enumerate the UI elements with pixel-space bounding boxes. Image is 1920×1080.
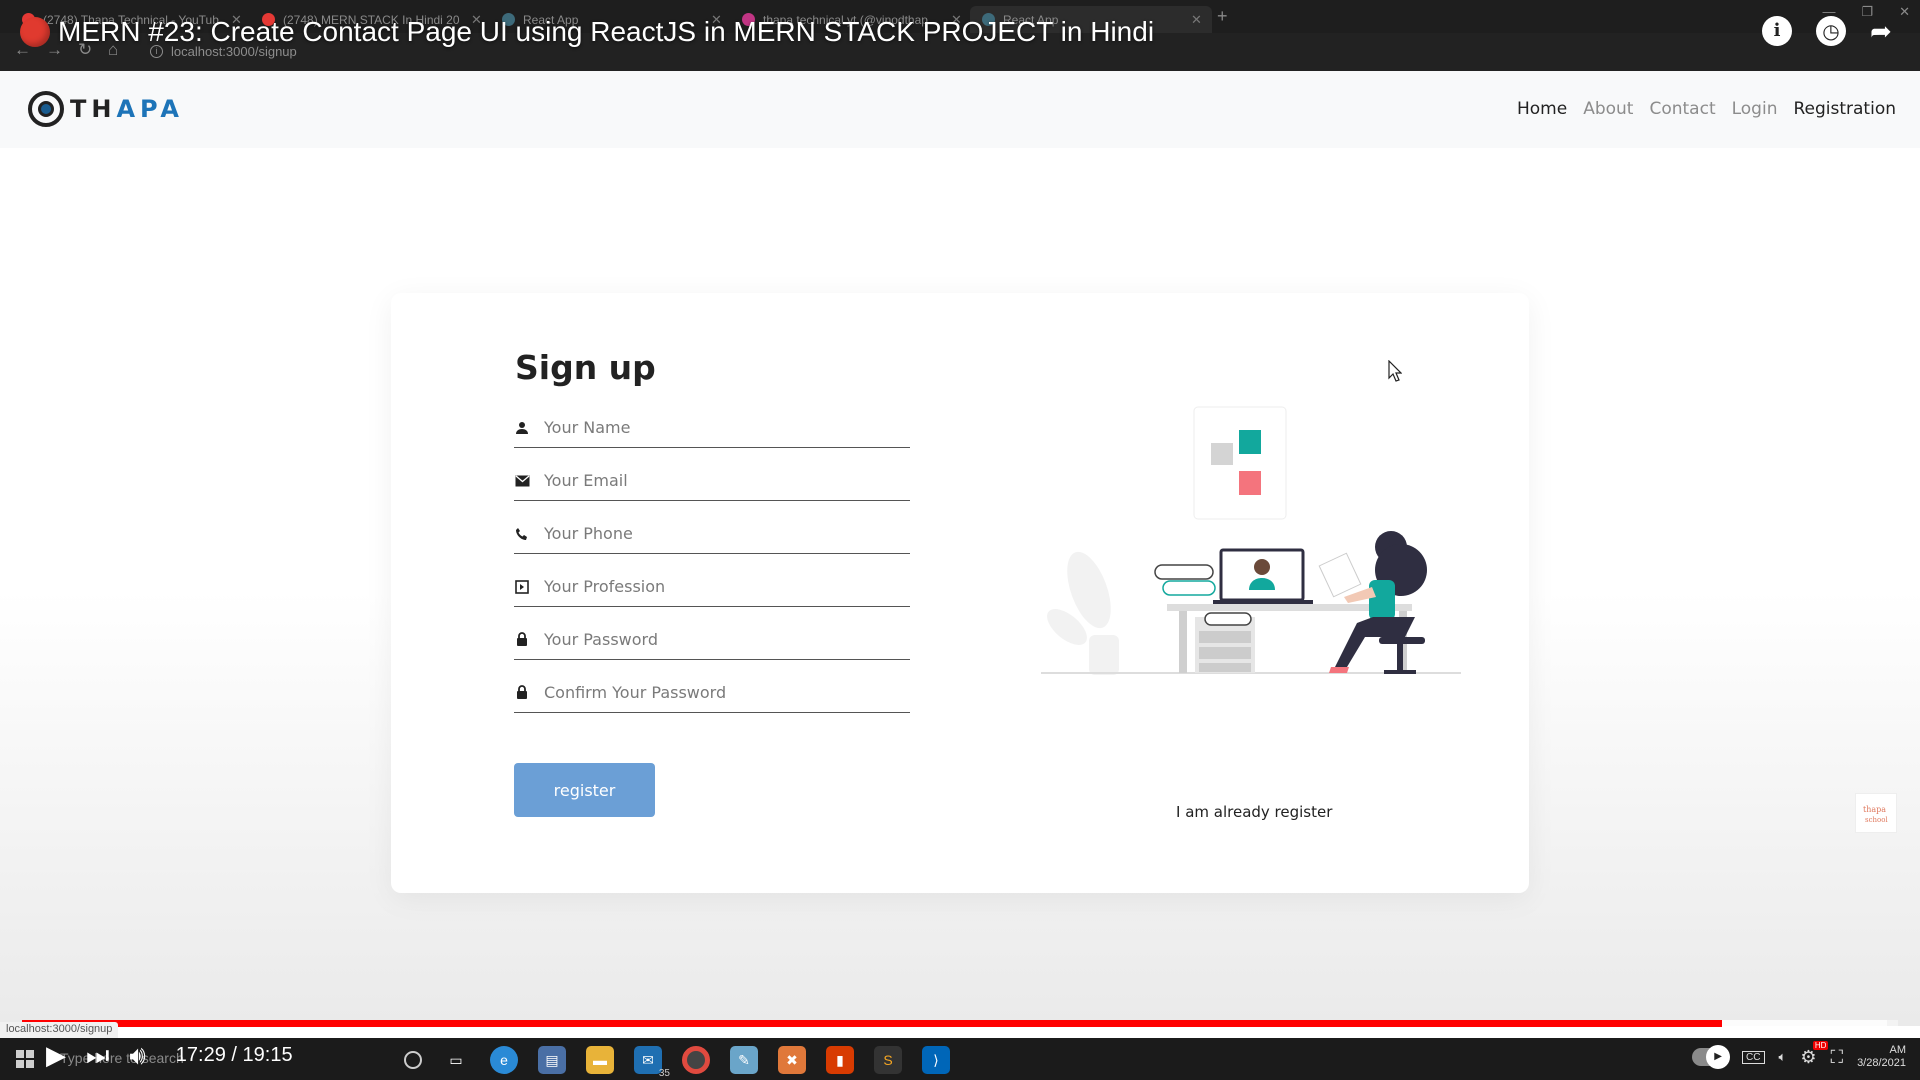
nav-links: Home About Contact Login Registration (1517, 99, 1896, 119)
profession-input[interactable] (544, 577, 894, 596)
video-title[interactable]: MERN #23: Create Contact Page UI using R… (58, 16, 1154, 48)
office-icon[interactable]: ▮ (826, 1046, 854, 1074)
mail-badge: 35 (658, 1068, 670, 1079)
page-title: Sign up (515, 348, 656, 387)
site-navbar: THAPA Home About Contact Login Registrat… (0, 71, 1920, 148)
mail-icon[interactable]: ✉ 35 (634, 1046, 670, 1079)
register-button[interactable]: register (514, 763, 655, 817)
xampp-icon[interactable]: ✖ (778, 1046, 806, 1074)
vscode-icon[interactable]: ⟩ (922, 1046, 950, 1074)
phone-icon (514, 526, 530, 542)
channel-avatar-icon[interactable] (20, 17, 50, 47)
profession-field (514, 567, 910, 607)
file-explorer-icon[interactable]: ▬ (586, 1046, 614, 1074)
confirm-password-input[interactable] (544, 683, 894, 702)
captions-icon[interactable]: CC (1742, 1050, 1765, 1064)
windows-start-icon[interactable] (16, 1050, 34, 1068)
nav-contact[interactable]: Contact (1649, 99, 1715, 119)
envelope-icon (514, 473, 530, 489)
channel-watermark-icon[interactable]: thapa school (1855, 793, 1897, 833)
video-controls: ▶ ⏭︎ 🔊︎ 17:29 / 19:15 (46, 1040, 293, 1070)
speaker-icon[interactable]: 🔈︎ (1779, 1049, 1787, 1065)
new-tab-button[interactable]: + (1217, 6, 1228, 27)
progress-played (22, 1020, 1722, 1027)
nav-about[interactable]: About (1583, 99, 1633, 119)
close-window-icon[interactable]: ✕ (1899, 4, 1910, 20)
nav-login[interactable]: Login (1732, 99, 1778, 119)
phone-field (514, 514, 910, 554)
settings-gear-icon[interactable]: ⚙ HD (1800, 1040, 1829, 1068)
svg-text:thapa: thapa (1863, 805, 1886, 814)
cortana-icon[interactable] (404, 1051, 422, 1069)
name-field (514, 408, 910, 448)
info-circle-icon[interactable]: i (1762, 16, 1792, 46)
clock-time: AM (1889, 1044, 1907, 1056)
mouse-cursor-icon (1388, 360, 1402, 382)
status-bar-url: localhost:3000/signup (0, 1022, 119, 1038)
logo-ring-icon (28, 91, 64, 127)
video-title-overlay: MERN #23: Create Contact Page UI using R… (20, 16, 1154, 48)
next-video-icon[interactable]: ⏭︎ (86, 1040, 109, 1070)
taskbar-apps: ▭ e ▤ ▬ ✉ 35 ✎ ✖ ▮ S ⟩ (404, 1046, 950, 1079)
lock-icon (514, 632, 530, 648)
page-viewport: THAPA Home About Contact Login Registrat… (0, 71, 1920, 1026)
edge-browser-icon[interactable]: e (490, 1046, 518, 1074)
person-icon (514, 420, 530, 436)
system-tray: CC 🔈︎ ⚙HD ⛶ AM 3/28/2021 (1692, 1040, 1906, 1070)
taskbar-clock: AM 3/28/2021 (1857, 1044, 1906, 1070)
logo-text: THAPA (70, 95, 184, 123)
volume-icon[interactable]: 🔊︎ (129, 1040, 145, 1070)
profession-icon (514, 579, 530, 595)
video-progress-bar[interactable] (22, 1020, 1898, 1027)
logo-text-blue: APA (116, 95, 185, 123)
clock-date: 3/28/2021 (1857, 1057, 1906, 1069)
signup-card: Sign up Your Name Your Email Your Phone … (391, 293, 1529, 893)
nav-registration[interactable]: Registration (1793, 99, 1896, 119)
sublime-text-icon[interactable]: S (874, 1046, 902, 1074)
email-input[interactable] (544, 471, 894, 490)
notepad-icon[interactable]: ✎ (730, 1046, 758, 1074)
chrome-icon[interactable] (682, 1046, 710, 1074)
video-top-controls: i ◷ ➦ (1762, 16, 1900, 46)
confirm-password-field (514, 673, 910, 713)
svg-text:school: school (1865, 816, 1888, 824)
autoplay-toggle[interactable] (1692, 1045, 1731, 1069)
name-input[interactable] (544, 418, 894, 437)
nav-home[interactable]: Home (1517, 99, 1567, 119)
already-registered-link[interactable]: I am already register (1176, 803, 1332, 821)
task-view-icon[interactable]: ▭ (442, 1046, 470, 1074)
signup-illustration (1041, 406, 1461, 675)
site-logo[interactable]: THAPA (28, 91, 184, 127)
watch-later-clock-icon[interactable]: ◷ (1816, 16, 1846, 46)
fullscreen-exit-icon[interactable]: ⛶ (1830, 1047, 1843, 1068)
browser-chrome: (2748) Thapa Technical - YouTub ✕ (2748)… (0, 0, 1920, 71)
video-time: 17:29 / 19:15 (175, 1043, 293, 1066)
play-icon[interactable]: ▶ (46, 1040, 66, 1070)
lock-icon (514, 685, 530, 701)
close-icon[interactable]: ✕ (1191, 12, 1202, 28)
email-field (514, 461, 910, 501)
share-arrow-icon[interactable]: ➦ (1870, 16, 1900, 46)
hd-badge: HD (1812, 1040, 1829, 1050)
password-input[interactable] (544, 630, 894, 649)
logo-text-dark: TH (70, 95, 117, 123)
password-field (514, 620, 910, 660)
phone-input[interactable] (544, 524, 894, 543)
store-icon[interactable]: ▤ (538, 1046, 566, 1074)
